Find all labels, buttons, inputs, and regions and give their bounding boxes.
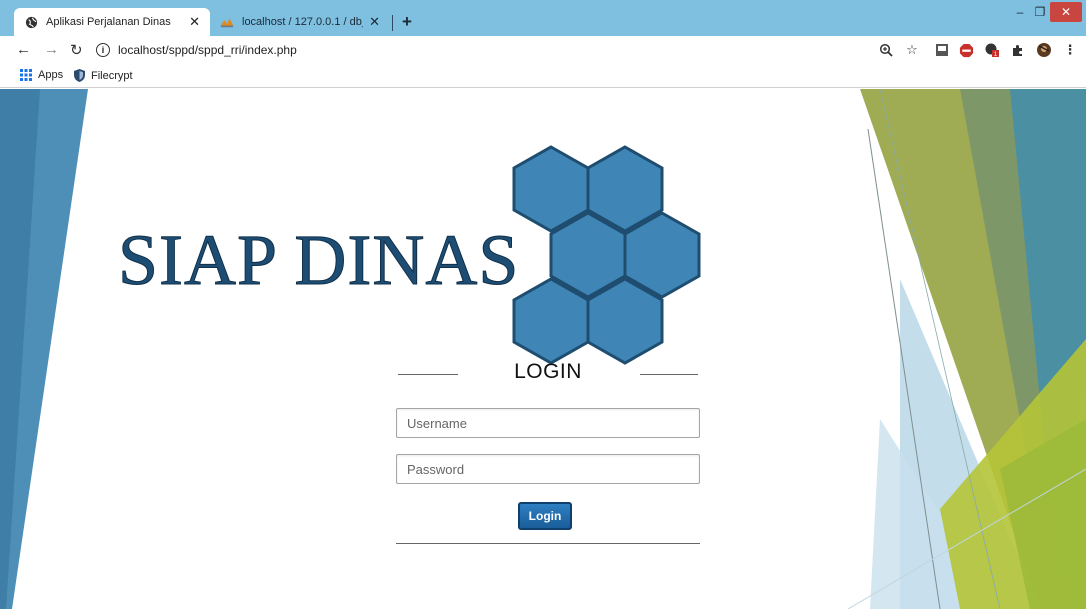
extension-badge-icon[interactable]: 1 — [984, 42, 1000, 58]
new-tab-button[interactable]: + — [402, 12, 412, 32]
globe-icon — [24, 15, 38, 29]
tab-close-icon[interactable]: ✕ — [369, 14, 380, 30]
reload-icon[interactable]: ↻ — [70, 41, 83, 59]
address-url: localhost/sppd/sppd_rri/index.php — [118, 43, 297, 57]
bottom-divider — [396, 543, 700, 544]
adblock-icon[interactable] — [958, 42, 974, 58]
window-close-button[interactable]: ✕ — [1050, 2, 1082, 22]
bookmark-label: Apps — [38, 69, 64, 81]
siap-dinas-logo: SIAP DINAS — [110, 139, 710, 369]
username-input[interactable] — [396, 408, 700, 438]
phpmyadmin-icon — [220, 15, 234, 29]
login-heading: LOGIN — [514, 360, 582, 383]
bookmark-apps[interactable]: Apps — [20, 69, 63, 81]
tab-separator — [392, 15, 393, 31]
password-input[interactable] — [396, 454, 700, 484]
address-bar[interactable]: i localhost/sppd/sppd_rri/index.php — [96, 40, 876, 60]
extension-reader-icon[interactable] — [934, 42, 950, 58]
profile-avatar-icon[interactable] — [1036, 42, 1052, 58]
browser-toolbar: ← → ↻ i localhost/sppd/sppd_rri/index.ph… — [0, 36, 1086, 64]
bookmark-filecrypt[interactable]: Filecrypt — [74, 69, 133, 82]
tab-title: Aplikasi Perjalanan Dinas — [46, 16, 171, 28]
extensions-puzzle-icon[interactable] — [1010, 42, 1026, 58]
login-button[interactable]: Login — [518, 502, 572, 530]
logo-text: SIAP DINAS — [117, 220, 520, 301]
apps-grid-icon — [20, 69, 32, 81]
info-icon[interactable]: i — [96, 43, 110, 57]
maximize-button[interactable]: ❐ — [1030, 2, 1050, 22]
tab-phpmyadmin[interactable]: localhost / 127.0.0.1 / db_sppd / ... ✕ — [210, 8, 390, 36]
tab-title: localhost / 127.0.0.1 / db_sppd / ... — [242, 16, 363, 28]
minimize-button[interactable]: – — [1010, 2, 1030, 22]
zoom-icon[interactable] — [878, 42, 894, 58]
page-content: SIAP DINAS LOGIN Login — [0, 89, 1086, 609]
divider-line — [640, 374, 698, 375]
tab-close-icon[interactable]: ✕ — [189, 14, 200, 30]
browser-titlebar: Aplikasi Perjalanan Dinas ✕ localhost / … — [0, 0, 1086, 36]
login-heading-group: LOGIN — [396, 360, 700, 390]
shield-icon — [74, 69, 85, 82]
back-arrow-icon[interactable]: ← — [16, 41, 31, 58]
tab-aplikasi-perjalanan-dinas[interactable]: Aplikasi Perjalanan Dinas ✕ — [14, 8, 210, 36]
bookmarks-bar: Apps Filecrypt — [0, 64, 1086, 88]
bookmark-label: Filecrypt — [91, 69, 133, 82]
menu-kebab-icon[interactable]: ⋮ — [1062, 42, 1078, 58]
forward-arrow-icon[interactable]: → — [44, 41, 59, 58]
bookmark-star-icon[interactable]: ☆ — [904, 42, 920, 58]
